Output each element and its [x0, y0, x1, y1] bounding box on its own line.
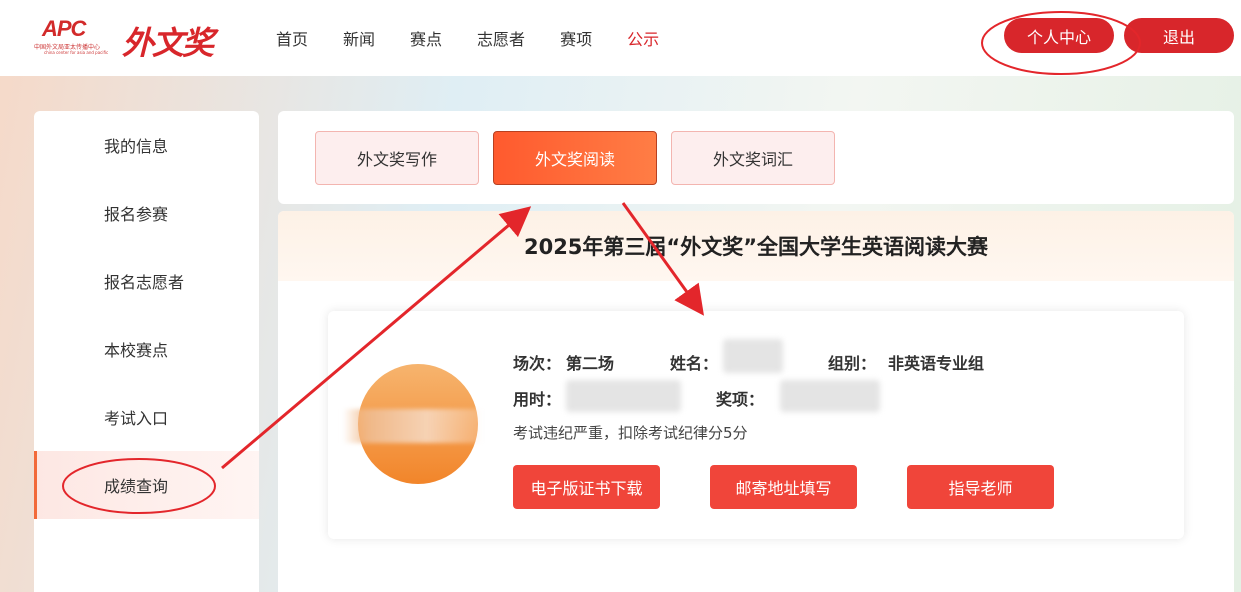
session-value: 第二场: [566, 354, 615, 373]
nav-announcements[interactable]: 公示: [627, 26, 659, 50]
certificate-download-button[interactable]: 电子版证书下载: [513, 465, 660, 509]
award-label: 奖项：: [716, 390, 765, 409]
logout-button[interactable]: 退出: [1124, 18, 1234, 53]
nav-venues[interactable]: 赛点: [410, 26, 442, 50]
nav-events[interactable]: 赛项: [560, 26, 592, 50]
nav-home[interactable]: 首页: [276, 26, 308, 50]
redacted-award: [780, 380, 880, 412]
sidebar-item-score-query[interactable]: 成绩查询: [34, 451, 259, 519]
sidebar-item-exam-entry[interactable]: 考试入口: [34, 383, 259, 451]
site-logo[interactable]: APC 中国外文局亚太传播中心 china center for asia an…: [34, 16, 244, 62]
apc-logo-english: china center for asia and pacific: [44, 50, 109, 55]
user-center-button[interactable]: 个人中心: [1004, 18, 1114, 53]
tab-reading[interactable]: 外文奖阅读: [493, 131, 657, 185]
sidebar-item-school-venue[interactable]: 本校赛点: [34, 315, 259, 383]
contest-tabs: 外文奖写作 外文奖阅读 外文奖词汇: [278, 111, 1234, 204]
mailing-address-button[interactable]: 邮寄地址填写: [710, 465, 857, 509]
nav-volunteers[interactable]: 志愿者: [477, 26, 525, 50]
waiwenjiang-logo-text: 外文奖: [122, 24, 214, 62]
discipline-warning: 考试违纪严重，扣除考试纪律分5分: [513, 424, 748, 442]
result-card: 场次： 第二场 姓名： 组别： 非英语专业组 用时： 奖项： 考试违纪严重，扣除…: [328, 311, 1184, 539]
sidebar-item-my-info[interactable]: 我的信息: [34, 111, 259, 179]
main-nav: 首页 新闻 赛点 志愿者 赛项 公示: [276, 26, 694, 50]
apc-logo-text: APC: [42, 16, 86, 41]
contest-title-bar: 2025年第三届“外文奖”全国大学生英语阅读大赛: [278, 211, 1234, 281]
result-panel: 2025年第三届“外文奖”全国大学生英语阅读大赛 场次： 第二场 姓名： 组别：…: [278, 211, 1234, 592]
group-value: 非英语专业组: [888, 354, 985, 373]
sidebar: 我的信息 报名参赛 报名志愿者 本校赛点 考试入口 成绩查询: [34, 111, 259, 592]
group-label: 组别：: [828, 354, 877, 373]
sidebar-item-register-contest[interactable]: 报名参赛: [34, 179, 259, 247]
session-label: 场次：: [513, 354, 562, 373]
instructor-button[interactable]: 指导老师: [907, 465, 1054, 509]
nav-news[interactable]: 新闻: [343, 26, 375, 50]
sidebar-item-register-volunteer[interactable]: 报名志愿者: [34, 247, 259, 315]
contest-title: 2025年第三届“外文奖”全国大学生英语阅读大赛: [523, 235, 989, 259]
redacted-time: [566, 380, 681, 412]
tab-writing[interactable]: 外文奖写作: [315, 131, 479, 185]
redacted-name: [723, 339, 783, 373]
name-label: 姓名：: [670, 354, 719, 373]
time-label: 用时：: [513, 390, 562, 409]
redacted-avatar-text: [343, 409, 483, 443]
top-header: APC 中国外文局亚太传播中心 china center for asia an…: [0, 0, 1241, 76]
tab-vocabulary[interactable]: 外文奖词汇: [671, 131, 835, 185]
